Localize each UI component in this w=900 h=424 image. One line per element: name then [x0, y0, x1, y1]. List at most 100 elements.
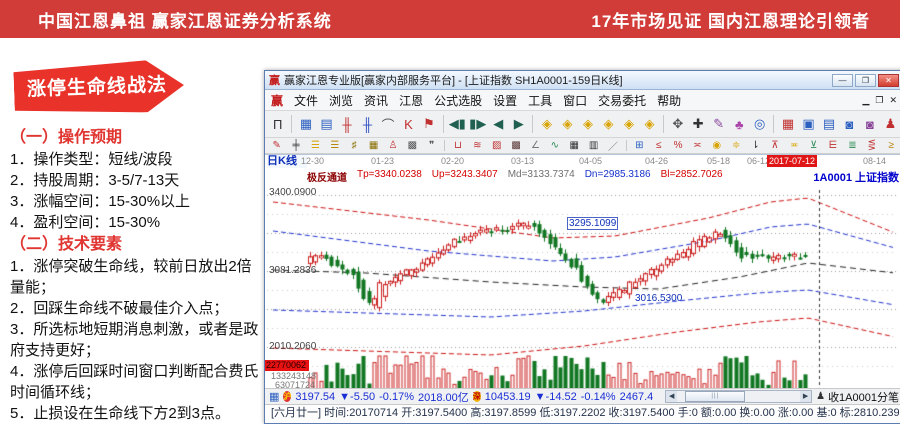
- sh-index-change: ▼-5.50: [339, 391, 375, 403]
- gann-angle-shrink-icon[interactable]: ◈: [640, 113, 659, 135]
- menu-工具[interactable]: 工具: [528, 92, 552, 109]
- save-icon[interactable]: ◙: [840, 113, 859, 135]
- high-price-marker: 3295.1099: [567, 217, 618, 230]
- list-item: 2．回踩生命线不破最佳介入点；: [10, 298, 266, 319]
- ratio-icon[interactable]: ≍: [689, 139, 706, 152]
- horizontal-scrollbar[interactable]: ◀ ||| ▶: [665, 390, 812, 403]
- slash-icon[interactable]: ／: [604, 139, 621, 152]
- percent-icon[interactable]: %: [669, 139, 686, 152]
- scrollbar-thumb[interactable]: |||: [685, 391, 745, 402]
- red-t-icon[interactable]: ⊼: [766, 139, 783, 152]
- menu-公式选股[interactable]: 公式选股: [434, 92, 482, 109]
- minimize-button[interactable]: —: [832, 74, 853, 87]
- close-button[interactable]: ✕: [878, 74, 899, 87]
- market-status-bar: ▦ 沪 3197.54 ▼-5.50 -0.17% 2018.00亿 深 104…: [265, 388, 900, 404]
- gann-angle-right-icon[interactable]: ◈: [599, 113, 618, 135]
- scroll-left-icon[interactable]: ◀: [666, 391, 677, 402]
- figure-icon[interactable]: ♙: [384, 139, 401, 152]
- monitor-icon[interactable]: ▣: [799, 113, 818, 135]
- small-pencil-icon[interactable]: ✎: [268, 139, 285, 152]
- menu-帮助[interactable]: 帮助: [657, 92, 681, 109]
- date-tick: 05-18: [707, 156, 730, 166]
- red-e-icon[interactable]: ⋿: [824, 139, 841, 152]
- green-lines-icon[interactable]: ≣: [844, 139, 861, 152]
- kline-blue-icon[interactable]: ╫: [358, 113, 377, 135]
- quote-mark-icon[interactable]: ❞: [423, 139, 440, 152]
- drag-hand-icon[interactable]: ✥: [668, 113, 687, 135]
- calendar-icon[interactable]: ▦: [778, 113, 797, 135]
- gold-line-icon[interactable]: ☰: [307, 139, 324, 152]
- red-fan-icon[interactable]: ≤: [650, 139, 667, 152]
- frame-tool-icon[interactable]: ⊞: [631, 139, 648, 152]
- draw-pencil-icon[interactable]: ✎: [709, 113, 728, 135]
- report-view-icon[interactable]: ▤: [317, 113, 336, 135]
- quote-table-icon[interactable]: ▦: [269, 390, 279, 403]
- last-bar-icon[interactable]: ▮▶: [468, 113, 487, 135]
- mdi-restore-button[interactable]: ❐: [875, 95, 883, 106]
- u-channel-icon[interactable]: ⊔: [449, 139, 466, 152]
- menu-交易委托[interactable]: 交易委托: [598, 92, 646, 109]
- sh-index-amount: 2018.00亿: [418, 389, 469, 405]
- menu-文件[interactable]: 文件: [294, 92, 318, 109]
- red-lg-icon[interactable]: ⋚: [863, 139, 880, 152]
- knife-icon[interactable]: ⇂: [747, 139, 764, 152]
- window-layout-icon[interactable]: ▦: [296, 113, 315, 135]
- gold-ge-icon[interactable]: ≥: [882, 139, 899, 152]
- date-tick: 12-30: [301, 156, 324, 166]
- menu-窗口[interactable]: 窗口: [563, 92, 587, 109]
- mdi-close-button[interactable]: ✕: [889, 95, 897, 106]
- next-bar-icon[interactable]: ▶: [509, 113, 528, 135]
- scroll-right-icon[interactable]: ▶: [800, 391, 811, 402]
- y-axis-label: 2010.2060: [269, 341, 316, 352]
- grid-dark2-icon[interactable]: ▥: [585, 139, 602, 152]
- gold-line2-icon[interactable]: ☰: [326, 139, 343, 152]
- fan-lines-icon[interactable]: ≋: [469, 139, 486, 152]
- list-item: 1．涨停突破生命线，较前日放出2倍量能；: [10, 256, 266, 298]
- hash-tool-icon[interactable]: ╪: [287, 139, 304, 152]
- dark-box-icon[interactable]: ▩: [507, 139, 524, 152]
- sharp-tool-icon[interactable]: ♯: [346, 139, 363, 152]
- title-bar[interactable]: 赢 赢家江恩专业版[赢家内部服务平台] - [上证指数 SH1A0001-159…: [265, 71, 900, 90]
- flag-icon[interactable]: ⚑: [419, 113, 438, 135]
- gold-div-icon[interactable]: ≑: [727, 139, 744, 152]
- quote-detail-text: [六月廿一] 时间:20170714 开:3197.5400 高:3197.85…: [271, 407, 900, 419]
- bracket-tool-icon[interactable]: ⌒: [378, 113, 397, 135]
- menu-浏览[interactable]: 浏览: [329, 92, 353, 109]
- net-icon[interactable]: ▩: [404, 139, 421, 152]
- k-percent-icon[interactable]: K: [399, 113, 418, 135]
- kline-red-icon[interactable]: ╫: [337, 113, 356, 135]
- save-as-icon[interactable]: ◙: [860, 113, 879, 135]
- crosshair-icon[interactable]: ✚: [689, 113, 708, 135]
- grid-dark-icon[interactable]: ▦: [566, 139, 583, 152]
- first-bar-icon[interactable]: ◀▮: [448, 113, 467, 135]
- clover-tool-icon[interactable]: ♣: [729, 113, 748, 135]
- gann-angle-left-icon[interactable]: ◈: [578, 113, 597, 135]
- toolbar-separator: [444, 140, 445, 151]
- gann-angle-down-icon[interactable]: ◈: [558, 113, 577, 135]
- indicator-value: Dn=2985.3186: [585, 169, 651, 182]
- tick-view-label[interactable]: 收1A0001分笔: [828, 389, 899, 405]
- angle-line-icon[interactable]: ∠: [527, 139, 544, 152]
- mdi-minimize-button[interactable]: ▁: [862, 95, 869, 106]
- maximize-button[interactable]: ❐: [855, 74, 876, 87]
- green-v-icon[interactable]: ⊻: [805, 139, 822, 152]
- tick-view-icon[interactable]: ♟: [816, 391, 825, 402]
- y-axis-label: 3400.0900: [269, 187, 316, 198]
- gold-circle-icon[interactable]: ◉: [708, 139, 725, 152]
- kline-chart-canvas[interactable]: [265, 182, 899, 388]
- menu-设置[interactable]: 设置: [493, 92, 517, 109]
- red-box-icon[interactable]: ▨: [488, 139, 505, 152]
- gann-angle-up-icon[interactable]: ◈: [537, 113, 556, 135]
- binocular-icon[interactable]: ◎: [750, 113, 769, 135]
- users-icon[interactable]: ♟: [881, 113, 900, 135]
- menu-江恩[interactable]: 江恩: [399, 92, 423, 109]
- gold-eq-icon[interactable]: ≖: [786, 139, 803, 152]
- menu-资讯[interactable]: 资讯: [364, 92, 388, 109]
- quote-list-icon[interactable]: ▤: [819, 113, 838, 135]
- sz-index-change: ▼-14.52: [535, 391, 577, 403]
- prev-bar-icon[interactable]: ◀: [489, 113, 508, 135]
- grid-gold-icon[interactable]: ▦: [365, 139, 382, 152]
- gann-angle-expand-icon[interactable]: ◈: [619, 113, 638, 135]
- pi-tool-icon[interactable]: Π: [268, 113, 287, 135]
- wave-icon[interactable]: ∿: [546, 139, 563, 152]
